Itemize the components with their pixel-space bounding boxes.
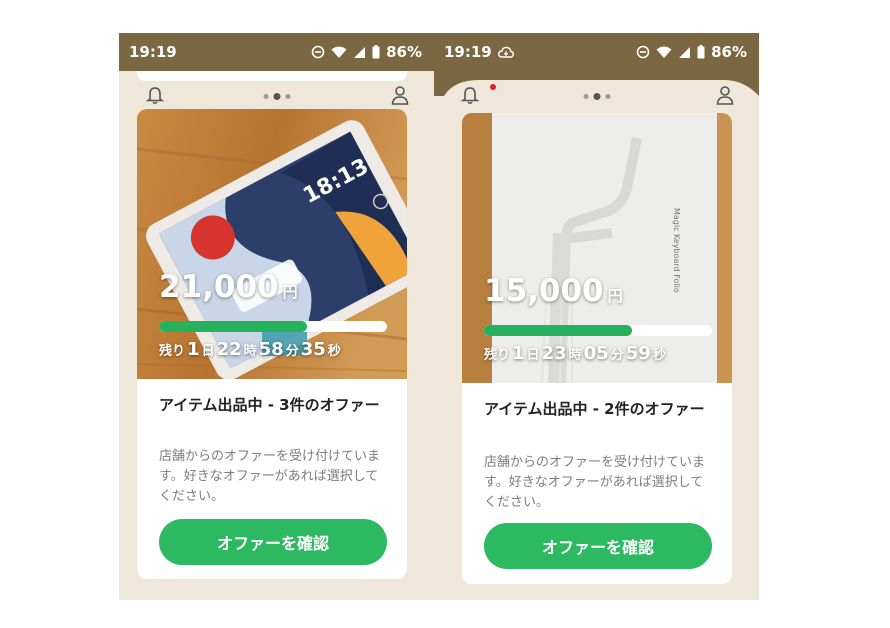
countdown-timer: 残り 1 日 22 時 58 分 35 秒 [159,339,341,360]
notification-badge [490,84,496,90]
status-time: 19:19 [129,43,177,61]
time-progress-bar [159,321,387,332]
offer-card: Magic Keyboard Folio 15,000 円 残り 1 日 23 時… [462,113,732,584]
profile-icon[interactable] [715,85,735,105]
page-dot [285,94,290,99]
countdown-hours: 22 [216,339,242,360]
offer-card: 18:13 21,000 円 残り 1 日 22 時 58 分 35 秒 アイテム… [137,109,407,579]
battery-icon [697,45,705,59]
status-icons: 86% [636,43,747,61]
battery-icon [372,45,380,59]
wifi-icon [656,46,672,58]
time-progress-fill [484,325,633,336]
countdown-hours-unit: 時 [568,348,582,363]
status-bar: 19:19 86% [119,33,434,71]
time-progress-fill [159,321,308,332]
bell-icon[interactable] [145,85,165,105]
card-title: アイテム出品中 - 3件のオファー [159,396,380,414]
countdown-seconds: 59 [625,343,651,364]
page-dot [605,94,610,99]
phone-screen-left: 19:19 86% 18:13 21,000 円 残り 1 日 22 時 58 … [119,33,434,600]
bell-icon[interactable] [460,85,480,105]
price-text: 15,000 円 [484,273,623,309]
countdown-timer: 残り 1 日 23 時 05 分 59 秒 [484,343,666,364]
card-title: アイテム出品中 - 2件のオファー [484,400,705,418]
countdown-prefix: 残り [159,344,186,359]
status-icons: 86% [311,43,422,61]
countdown-seconds: 35 [300,339,326,360]
view-offers-button[interactable]: オファーを確認 [159,519,387,565]
top-nav [119,83,434,109]
countdown-days-unit: 日 [526,348,540,363]
time-progress-bar [484,325,712,336]
battery-percent: 86% [386,43,422,61]
countdown-prefix: 残り [484,348,511,363]
profile-icon[interactable] [390,85,410,105]
card-description: 店舗からのオファーを受け付けています。好きなオファーがあれば選択してください。 [159,449,381,504]
view-offers-button[interactable]: オファーを確認 [484,523,712,569]
status-bar: 19:19 86% [434,33,759,71]
page-dot [263,94,268,99]
page-indicator [263,93,290,100]
price-value: 15,000 [484,273,604,309]
countdown-minutes: 58 [258,339,284,360]
do-not-disturb-icon [636,45,650,59]
page-dot-active [593,93,600,100]
status-time: 19:19 [444,43,492,61]
page-dot [583,94,588,99]
page-dot-active [273,93,280,100]
signal-icon [679,46,691,58]
top-nav [434,83,759,109]
countdown-seconds-unit: 秒 [652,348,666,363]
countdown-minutes: 05 [583,343,609,364]
price-text: 21,000 円 [159,269,298,305]
battery-percent: 86% [711,43,747,61]
card-description: 店舗からのオファーを受け付けています。好きなオファーがあれば選択してください。 [484,455,706,510]
countdown-days-unit: 日 [201,344,215,359]
countdown-days: 1 [187,339,200,360]
countdown-minutes-unit: 分 [285,344,299,359]
countdown-seconds-unit: 秒 [327,344,341,359]
do-not-disturb-icon [311,45,325,59]
countdown-days: 1 [512,343,525,364]
countdown-minutes-unit: 分 [610,348,624,363]
price-currency: 円 [282,283,298,301]
wifi-icon [331,46,347,58]
cloud-sync-icon [498,46,514,58]
price-value: 21,000 [159,269,279,305]
countdown-hours: 23 [541,343,567,364]
price-currency: 円 [607,287,623,305]
countdown-hours-unit: 時 [243,344,257,359]
signal-icon [354,46,366,58]
box-label: Magic Keyboard Folio [672,208,681,293]
page-indicator [583,93,610,100]
previous-card-edge [137,71,407,81]
phone-screen-right: 19:19 86% Magic Keyboard Folio 15,000 円 … [434,33,759,600]
